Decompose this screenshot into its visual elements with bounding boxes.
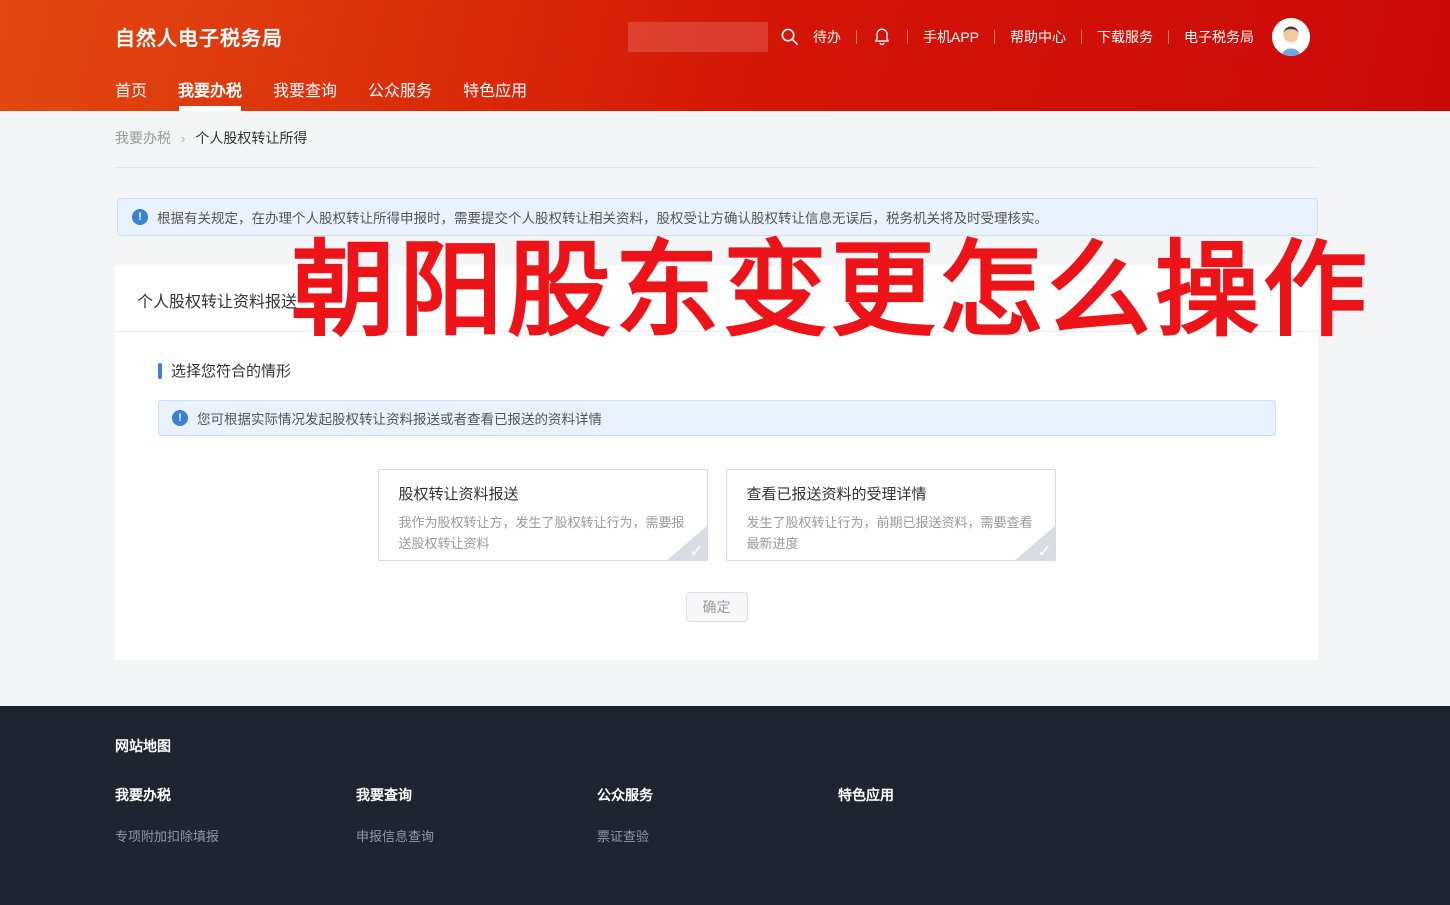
option-title: 查看已报送资料的受理详情 bbox=[746, 486, 927, 503]
section-title: 选择您符合的情形 bbox=[171, 363, 292, 380]
header-top-bar: 自然人电子税务局 待办 手机APP 帮助中心 下载服务 电子税务局 bbox=[0, 0, 1450, 73]
check-icon: ✓ bbox=[1037, 542, 1052, 561]
separator bbox=[994, 29, 995, 44]
option-description: 我作为股权转让方，发生了股权转让行为，需要报送股权转让资料 bbox=[398, 515, 685, 552]
main-nav: 首页 我要办税 我要查询 公众服务 特色应用 bbox=[0, 73, 1450, 111]
footer-col-tax-services: 我要办税 专项附加扣除填报 bbox=[115, 785, 356, 845]
nav-tax-services[interactable]: 我要办税 bbox=[178, 73, 242, 111]
breadcrumb-parent[interactable]: 我要办税 bbox=[115, 128, 171, 148]
separator bbox=[1081, 29, 1082, 44]
section-hint-alert: ! 您可根据实际情况发起股权转让资料报送或者查看已报送的资料详情 bbox=[158, 400, 1276, 436]
footer-col-inquiry: 我要查询 申报信息查询 bbox=[356, 785, 597, 845]
option-card-group: 股权转让资料报送 我作为股权转让方，发生了股权转让行为，需要报送股权转让资料 ✓… bbox=[115, 469, 1318, 561]
footer-link-declaration-inquiry[interactable]: 申报信息查询 bbox=[356, 826, 597, 845]
search-icon[interactable] bbox=[780, 27, 799, 46]
help-center-link[interactable]: 帮助中心 bbox=[1010, 27, 1066, 47]
chevron-right-icon: › bbox=[181, 130, 186, 146]
option-submit-transfer-materials[interactable]: 股权转让资料报送 我作为股权转让方，发生了股权转让行为，需要报送股权转让资料 ✓ bbox=[377, 469, 708, 561]
breadcrumb-current: 个人股权转让所得 bbox=[195, 130, 308, 146]
mobile-app-link[interactable]: 手机APP bbox=[923, 27, 979, 47]
separator bbox=[906, 29, 908, 44]
info-icon: ! bbox=[132, 209, 148, 225]
breadcrumb: 我要办税 › 个人股权转让所得 bbox=[115, 111, 1318, 168]
notification-bell-icon[interactable] bbox=[872, 26, 892, 47]
option-description: 发生了股权转让行为，前期已报送资料，需要查看最新进度 bbox=[746, 515, 1033, 552]
footer-col-title: 我要查询 bbox=[356, 787, 412, 803]
main-panel: 个人股权转让资料报送 选择您符合的情形 ! 您可根据实际情况发起股权转让资料报送… bbox=[115, 265, 1318, 660]
confirm-button[interactable]: 确定 bbox=[685, 592, 748, 622]
nav-home[interactable]: 首页 bbox=[115, 73, 147, 111]
header: 自然人电子税务局 待办 手机APP 帮助中心 下载服务 电子税务局 首页 我要办… bbox=[0, 0, 1450, 111]
footer-col-title: 我要办税 bbox=[115, 787, 171, 803]
nav-public-services[interactable]: 公众服务 bbox=[368, 73, 432, 111]
footer-columns: 我要办税 专项附加扣除填报 我要查询 申报信息查询 公众服务 票证查验 特色应用 bbox=[115, 785, 1318, 845]
check-icon: ✓ bbox=[689, 542, 704, 561]
hint-text: 您可根据实际情况发起股权转让资料报送或者查看已报送的资料详情 bbox=[197, 412, 602, 427]
footer-col-featured-apps: 特色应用 bbox=[838, 785, 1079, 845]
option-view-submitted-materials[interactable]: 查看已报送资料的受理详情 发生了股权转让行为，前期已报送资料，需要查看最新进度 … bbox=[725, 469, 1056, 561]
header-right-tools: 待办 手机APP 帮助中心 下载服务 电子税务局 bbox=[627, 17, 1310, 56]
todo-link[interactable]: 待办 bbox=[813, 27, 841, 47]
site-logo: 自然人电子税务局 bbox=[115, 28, 283, 50]
search-input[interactable] bbox=[627, 21, 768, 52]
user-avatar[interactable] bbox=[1272, 17, 1310, 56]
page-info-alert: ! 根据有关规定，在办理个人股权转让所得申报时，需要提交个人股权转让相关资料，股… bbox=[117, 198, 1318, 236]
download-service-link[interactable]: 下载服务 bbox=[1097, 27, 1153, 47]
nav-featured-apps[interactable]: 特色应用 bbox=[463, 73, 527, 111]
separator bbox=[1168, 29, 1169, 44]
etax-bureau-link[interactable]: 电子税务局 bbox=[1184, 27, 1254, 47]
sitemap-title: 网站地图 bbox=[115, 738, 171, 754]
section-accent-bar bbox=[158, 362, 162, 379]
section-header: 选择您符合的情形 bbox=[158, 360, 1318, 381]
footer-link-ticket-verification[interactable]: 票证查验 bbox=[597, 826, 838, 845]
separator bbox=[855, 29, 857, 44]
alert-text: 根据有关规定，在办理个人股权转让所得申报时，需要提交个人股权转让相关资料，股权受… bbox=[157, 211, 1048, 226]
panel-title: 个人股权转让资料报送 bbox=[115, 265, 1318, 332]
footer-col-public-services: 公众服务 票证查验 bbox=[597, 785, 838, 845]
nav-inquiry[interactable]: 我要查询 bbox=[273, 73, 337, 111]
info-icon: ! bbox=[172, 410, 188, 426]
footer-col-title: 特色应用 bbox=[838, 787, 894, 803]
footer: 网站地图 我要办税 专项附加扣除填报 我要查询 申报信息查询 公众服务 票证查验… bbox=[0, 706, 1450, 905]
option-title: 股权转让资料报送 bbox=[398, 486, 519, 503]
footer-link-special-deduction[interactable]: 专项附加扣除填报 bbox=[115, 826, 356, 845]
footer-col-title: 公众服务 bbox=[597, 787, 653, 803]
